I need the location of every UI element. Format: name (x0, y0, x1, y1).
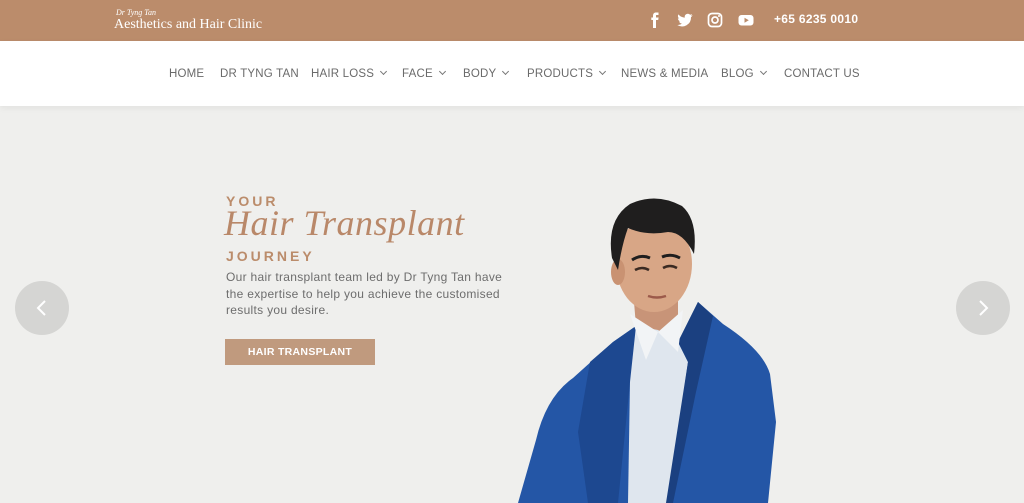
slider-next-button[interactable] (956, 281, 1010, 335)
instagram-icon[interactable] (707, 12, 723, 28)
phone-number[interactable]: +65 6235 0010 (774, 12, 858, 26)
slider-prev-button[interactable] (15, 281, 69, 335)
nav-face[interactable]: FACE (402, 67, 446, 80)
doctor-portrait (518, 198, 776, 503)
chevron-down-icon (380, 67, 388, 76)
nav-products[interactable]: PRODUCTS (527, 67, 607, 80)
top-bar: Dr Tyng Tan Aesthetics and Hair Clinic +… (0, 0, 1024, 41)
nav-contact-us-label: CONTACT US (784, 68, 860, 80)
hero-description: Our hair transplant team led by Dr Tyng … (226, 270, 503, 317)
hero-script-title: Hair Transplant (224, 203, 465, 243)
nav-home[interactable]: HOME (169, 68, 204, 80)
nav-news-media[interactable]: NEWS & MEDIA (621, 68, 708, 80)
nav-blog[interactable]: BLOG (721, 67, 767, 80)
nav-body[interactable]: BODY (463, 67, 510, 80)
nav-hair-loss[interactable]: HAIR LOSS (311, 67, 388, 80)
nav-products-label: PRODUCTS (527, 68, 594, 80)
nav-blog-label: BLOG (721, 68, 754, 80)
chevron-right-icon (979, 300, 989, 316)
twitter-icon[interactable] (677, 12, 693, 28)
nav-dr-tyng-tan-label: DR TYNG TAN (220, 68, 299, 80)
hair-transplant-button[interactable]: HAIR TRANSPLANT (225, 339, 375, 365)
nav-dr-tyng-tan[interactable]: DR TYNG TAN (220, 68, 299, 80)
nav-face-label: FACE (402, 68, 433, 80)
main-navigation: HOME DR TYNG TAN HAIR LOSS FACE BODY PRO… (0, 41, 1024, 106)
nav-news-media-label: NEWS & MEDIA (621, 68, 709, 80)
chevron-down-icon (502, 67, 510, 76)
chevron-down-icon (759, 67, 767, 76)
nav-contact-us[interactable]: CONTACT US (784, 68, 860, 80)
nav-home-label: HOME (169, 68, 205, 80)
facebook-icon[interactable] (647, 12, 663, 28)
chevron-left-icon (36, 300, 46, 316)
hero-subtitle: JOURNEY (226, 248, 315, 264)
chevron-down-icon (599, 67, 607, 76)
nav-hair-loss-label: HAIR LOSS (311, 68, 375, 80)
youtube-icon[interactable] (738, 12, 754, 28)
logo-text: Aesthetics and Hair Clinic (114, 17, 263, 32)
nav-body-label: BODY (463, 68, 497, 80)
logo-signature: Dr Tyng Tan (116, 8, 157, 17)
chevron-down-icon (438, 67, 446, 76)
